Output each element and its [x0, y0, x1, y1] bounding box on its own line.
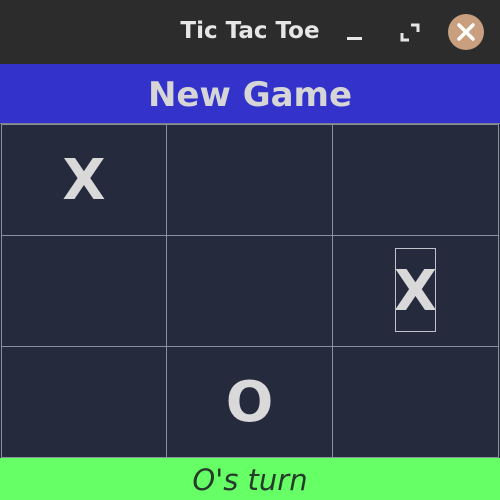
board-cell-2-3[interactable]: X: [332, 235, 499, 347]
board-cell-3-3[interactable]: [332, 346, 499, 458]
board-cell-3-1[interactable]: [1, 346, 167, 458]
board-cell-3-2[interactable]: O: [166, 346, 333, 458]
title-bar[interactable]: Tic Tac Toe: [0, 0, 500, 64]
close-button[interactable]: [448, 14, 484, 50]
app-window: Tic Tac Toe New Game X X O O's turn: [0, 0, 500, 500]
board-cell-2-1[interactable]: [1, 235, 167, 347]
board-cell-2-2[interactable]: [166, 235, 333, 347]
close-icon: [457, 23, 475, 41]
board-cell-1-3[interactable]: [332, 124, 499, 236]
board-cell-1-2[interactable]: [166, 124, 333, 236]
minimize-button[interactable]: [336, 14, 372, 50]
status-bar: O's turn: [0, 458, 500, 500]
maximize-button[interactable]: [392, 14, 428, 50]
game-board: X X O: [0, 124, 500, 458]
new-game-button[interactable]: New Game: [0, 64, 500, 124]
board-cell-1-1[interactable]: X: [1, 124, 167, 236]
maximize-icon: [400, 23, 420, 42]
minimize-icon: [347, 37, 362, 40]
